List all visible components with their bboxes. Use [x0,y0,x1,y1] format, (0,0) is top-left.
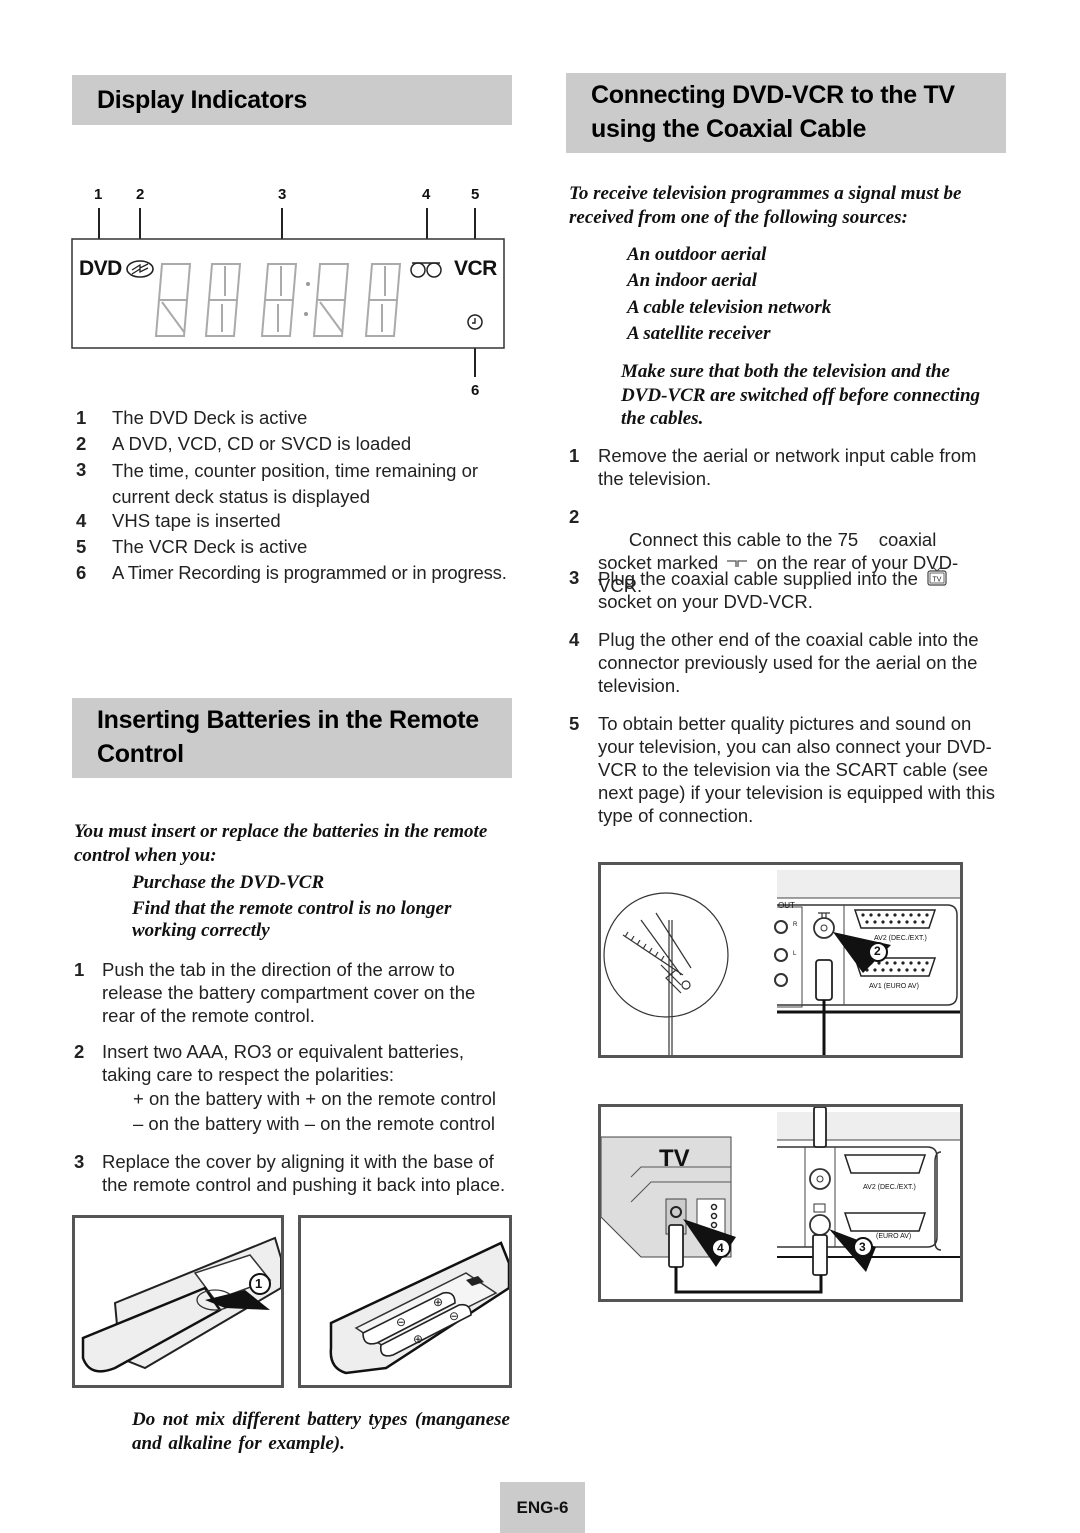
step-item: 5 To obtain better quality pictures and … [569,713,995,826]
step-item: 1 Push the tab in the direction of the a… [74,959,476,1026]
svg-text:⊖: ⊖ [449,1309,459,1323]
av1-label: AV1 (EURO AV) [869,983,919,990]
condition-item: Purchase the DVD-VCR [132,872,325,893]
list-item: 6 A Timer Recording is programmed or in … [76,562,507,583]
coaxial-intro: To receive television programmes a signa… [569,183,962,228]
remote-batteries-illustration: ⊖ ⊕ ⊕ ⊖ [329,1241,509,1375]
svg-text:TV: TV [933,577,942,584]
list-item: 5 The VCR Deck is active [76,536,308,557]
section-title-line1: Connecting DVD-VCR to the TV [591,81,955,109]
source-item: An outdoor aerial [627,244,767,265]
step-text: Plug the coaxial cable supplied into the [598,568,923,589]
av1-label: (EURO AV) [876,1233,912,1240]
step-item: 3 Replace the cover by aligning it with … [74,1151,506,1195]
timer-clock-icon [467,314,483,330]
source-item: An indoor aerial [627,270,757,291]
svg-text:⊕: ⊕ [413,1332,423,1346]
list-item: 4 VHS tape is inserted [76,510,281,531]
source-item: A cable television network [627,297,832,318]
figure-callout-2: 2 [874,944,881,958]
aerial-connection-illustration [603,870,960,1055]
step-item: 2 Insert two AAA, RO3 or equivalent batt… [74,1041,464,1085]
caution-note: Make sure that both the television and t… [621,361,981,429]
out-label: OUT [778,901,795,910]
step-text: socket on your DVD-VCR. [598,591,813,612]
figure-callout-1: 1 [255,1276,263,1291]
l-label: L [793,951,797,957]
battery-warning: Do not mix different battery types (mang… [132,1409,510,1454]
tv-connection-illustration [601,1107,960,1294]
r-label: R [793,922,798,928]
coaxial-header: Connecting DVD-VCR to the TV using the C… [566,73,1006,153]
display-indicators-header: Display Indicators [72,75,512,125]
section-title-line1: Inserting Batteries in the Remote [97,706,479,734]
list-item: 2 A DVD, VCD, CD or SVCD is loaded [76,433,412,454]
av2-label: AV2 (DEC./EXT.) [874,935,927,942]
step-item: 2 Connect this cable to the 75 coaxial s… [569,506,959,596]
page-number: ENG-6 [500,1482,585,1533]
vcr-indicator: VCR [454,257,497,280]
lcd-panel [71,208,505,377]
remote-cover-figure: 1 [72,1215,284,1388]
aerial-connection-figure: 2 OUT AV2 (DEC./EXT.) AV1 (EURO AV) R L [598,862,963,1058]
av2-label: AV2 (DEC./EXT.) [863,1184,916,1191]
dvd-indicator: DVD [79,257,122,280]
list-item: 1 The DVD Deck is active [76,407,308,428]
tv-connection-figure: TV 4 3 AV2 (DEC./EXT.) (EURO AV) [598,1104,963,1302]
list-item: 3 The time, counter position, time remai… [76,459,479,507]
step-item: 1 Remove the aerial or network input cab… [569,445,977,489]
vhs-tape-icon [410,262,442,278]
polarity-minus: – on the battery with – on the remote co… [133,1113,495,1134]
batteries-header: Inserting Batteries in the Remote Contro… [72,698,512,778]
svg-text:⊕: ⊕ [433,1295,443,1309]
section-title: Display Indicators [97,86,307,114]
figure-callout-3: 3 [859,1240,866,1254]
section-title-line2: Control [97,740,184,768]
source-item: A satellite receiver [627,323,771,344]
step-item: 4 Plug the other end of the coaxial cabl… [569,629,979,696]
display-diagram: 1 2 3 4 5 6 DVD VCR [70,180,510,400]
step-item: 3 Plug the coaxial cable supplied into t… [569,566,1009,614]
tv-label: TV [659,1145,690,1172]
polarity-plus: + on the battery with + on the remote co… [133,1088,497,1109]
tv-socket-icon: TV [926,566,948,586]
figure-callout-4: 4 [717,1241,724,1255]
remote-open-cover-illustration [81,1236,281,1373]
aerial-socket-icon [725,551,749,567]
svg-text:⊖: ⊖ [396,1315,406,1329]
batteries-intro: You must insert or replace the batteries… [74,821,488,866]
remote-batteries-figure: ⊖ ⊕ ⊕ ⊖ [298,1215,512,1388]
condition-item: Find that the remote control is no longe… [132,898,452,941]
section-title-line2: using the Coaxial Cable [591,115,867,143]
disc-icon [126,260,154,278]
